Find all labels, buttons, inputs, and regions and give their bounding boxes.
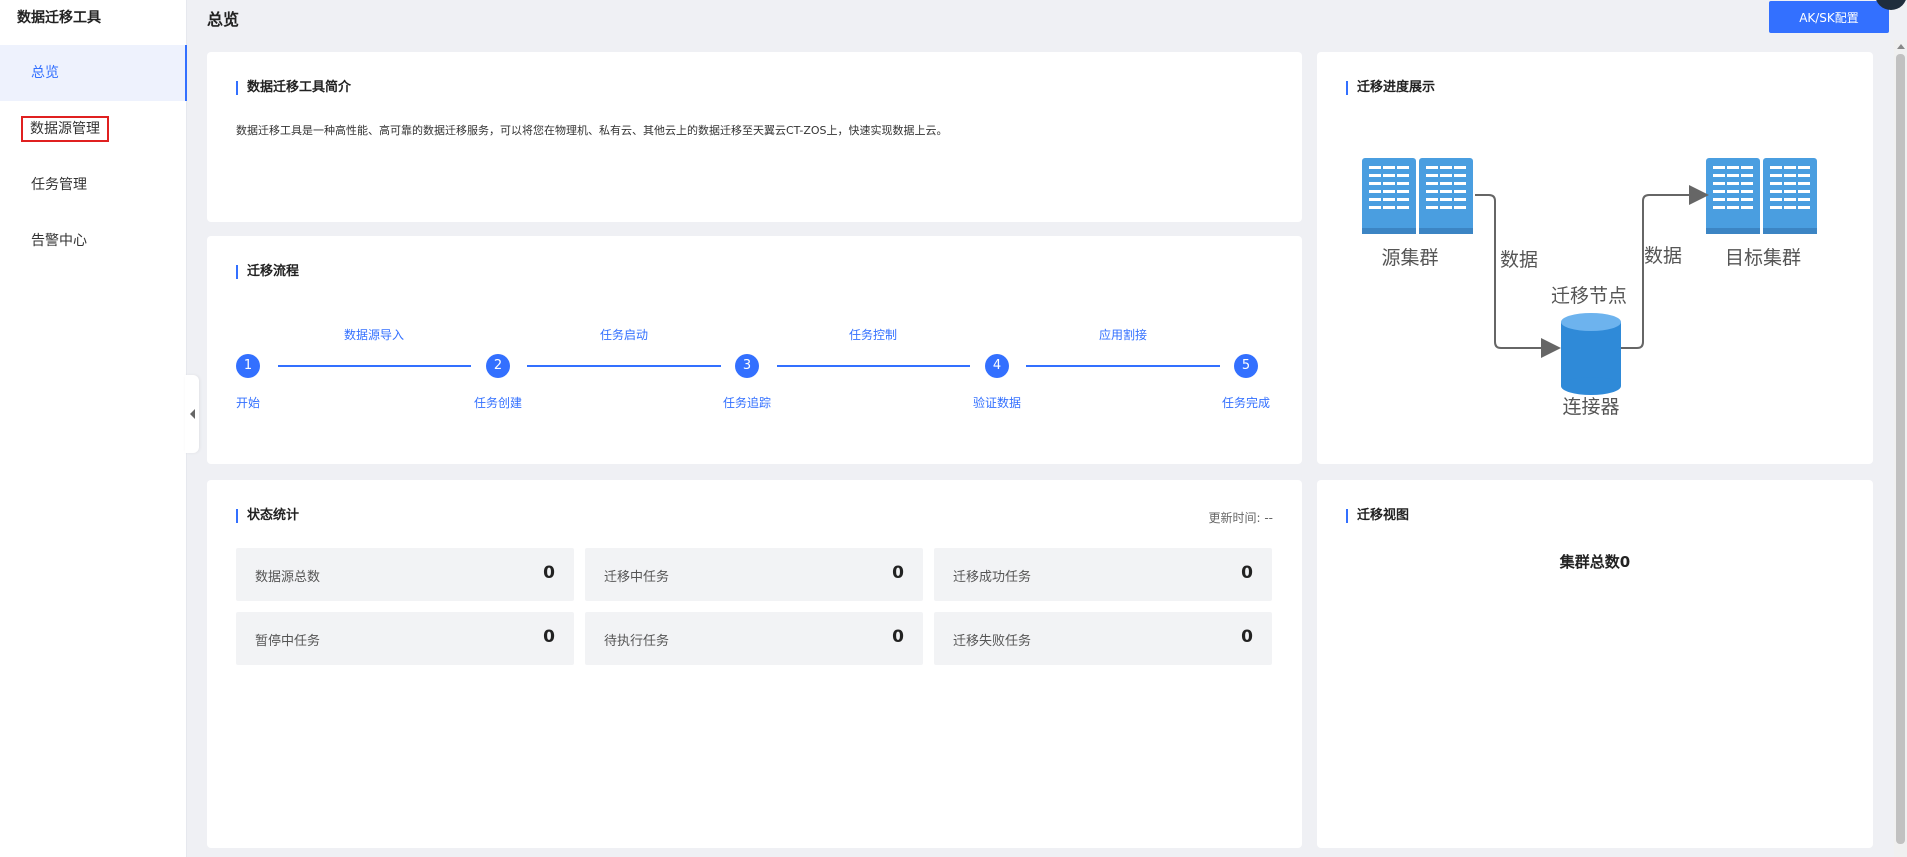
sidebar-item-label: 数据源管理	[21, 116, 109, 142]
migration-node-label: 迁移节点	[1551, 285, 1627, 307]
stat-label: 待执行任务	[604, 634, 670, 649]
stat-label: 数据源总数	[255, 570, 321, 585]
stat-value: 0	[1241, 563, 1253, 583]
flow-step-label: 任务创建	[473, 396, 523, 410]
flow-step-4: 4	[985, 354, 1009, 378]
stat-success-tasks: 迁移成功任务 0	[934, 548, 1272, 601]
flow-step-label: 任务完成	[1221, 396, 1271, 410]
flow-title: 迁移流程	[236, 265, 299, 279]
stat-migrating-tasks: 迁移中任务 0	[585, 548, 923, 601]
page-scrollbar[interactable]	[1894, 40, 1907, 857]
stats-title: 状态统计	[236, 509, 299, 523]
data-label-right: 数据	[1644, 245, 1682, 267]
stat-label: 迁移中任务	[604, 570, 670, 585]
target-cluster-icon	[1706, 158, 1817, 234]
flow-step-label: 验证数据	[972, 396, 1022, 410]
flow-card: 迁移流程 数据源导入 任务启动 任务控制 应用割接 1 2 3 4 5 开始 任…	[207, 236, 1302, 464]
stat-value: 0	[1241, 627, 1253, 647]
stat-label: 迁移成功任务	[953, 570, 1032, 585]
scroll-up-arrow-icon[interactable]	[1897, 44, 1905, 49]
flow-connector-line	[527, 365, 721, 367]
flow-connector-line	[278, 365, 471, 367]
sidebar-item-tasks[interactable]: 任务管理	[0, 157, 187, 213]
flow-step-1: 1	[236, 354, 260, 378]
flow-connector-line	[777, 365, 970, 367]
flow-step-label: 任务追踪	[722, 396, 772, 410]
source-cluster-icon	[1362, 158, 1473, 234]
sidebar-item-alerts[interactable]: 告警中心	[0, 213, 187, 269]
chevron-left-icon	[189, 409, 195, 419]
source-cluster-label: 源集群	[1381, 247, 1438, 269]
flow-step-5: 5	[1234, 354, 1258, 378]
data-label-left: 数据	[1500, 249, 1538, 271]
app-title: 数据迁移工具	[17, 10, 101, 26]
flow-arrow-in	[1475, 194, 1561, 358]
migration-diagram: 源集群 数据 数据 目标集群 迁移节点 连接器	[1362, 158, 1817, 418]
stat-value: 0	[892, 627, 904, 647]
intro-card: 数据迁移工具简介 数据迁移工具是一种高性能、高可靠的数据迁移服务，可以将您在物理…	[207, 52, 1302, 222]
stat-value: 0	[543, 627, 555, 647]
stat-label: 暂停中任务	[255, 634, 321, 649]
migration-view-card: 迁移视图 集群总数0	[1317, 480, 1873, 848]
progress-card: 迁移进度展示 源集群 数据 数据 目标集群 迁移节点 连接器	[1317, 52, 1873, 464]
sidebar-item-datasource[interactable]: 数据源管理	[0, 101, 187, 157]
stat-datasource-total: 数据源总数 0	[236, 548, 574, 601]
stat-pending-tasks: 待执行任务 0	[585, 612, 923, 665]
intro-title: 数据迁移工具简介	[236, 81, 351, 95]
flow-stage-label: 应用割接	[1098, 328, 1148, 342]
sidebar: 数据迁移工具 总览 数据源管理 任务管理 告警中心	[0, 0, 187, 857]
aksk-config-button[interactable]: AK/SK配置	[1769, 1, 1889, 33]
connector-database-icon	[1561, 313, 1621, 395]
stat-value: 0	[892, 563, 904, 583]
stats-card: 状态统计 更新时间: -- 数据源总数 0 迁移中任务 0 迁移成功任务 0 暂…	[207, 480, 1302, 848]
scroll-thumb[interactable]	[1896, 54, 1905, 844]
flow-arrow-out	[1620, 185, 1709, 349]
sidebar-collapse-handle[interactable]	[185, 375, 199, 453]
sidebar-item-label: 告警中心	[31, 233, 87, 249]
stat-value: 0	[543, 563, 555, 583]
flow-stage-label: 任务启动	[599, 328, 649, 342]
page-title: 总览	[207, 10, 240, 29]
flow-stage-label: 任务控制	[848, 328, 898, 342]
cluster-total: 集群总数0	[1559, 553, 1631, 571]
intro-text: 数据迁移工具是一种高性能、高可靠的数据迁移服务，可以将您在物理机、私有云、其他云…	[236, 124, 948, 137]
flow-step-3: 3	[735, 354, 759, 378]
migration-view-title: 迁移视图	[1346, 509, 1409, 523]
flow-connector-line	[1026, 365, 1220, 367]
sidebar-nav: 总览 数据源管理 任务管理 告警中心	[0, 45, 187, 269]
target-cluster-label: 目标集群	[1725, 247, 1801, 269]
stat-label: 迁移失败任务	[953, 634, 1032, 649]
sidebar-item-overview[interactable]: 总览	[0, 45, 187, 101]
update-time: 更新时间: --	[1208, 511, 1273, 525]
stat-failed-tasks: 迁移失败任务 0	[934, 612, 1272, 665]
stat-paused-tasks: 暂停中任务 0	[236, 612, 574, 665]
flow-step-label: 开始	[235, 396, 261, 410]
connector-label: 连接器	[1562, 396, 1619, 418]
sidebar-item-label: 总览	[31, 65, 59, 81]
flow-stage-label: 数据源导入	[343, 328, 405, 342]
flow-step-2: 2	[486, 354, 510, 378]
sidebar-item-label: 任务管理	[31, 177, 87, 193]
